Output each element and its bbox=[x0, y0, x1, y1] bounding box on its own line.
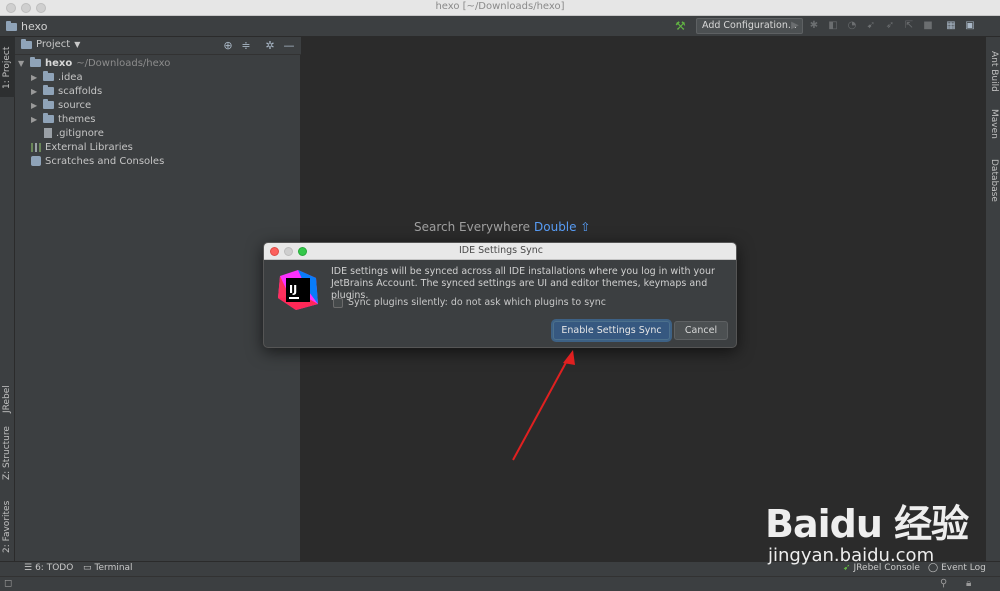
tree-item-source[interactable]: ▶ source bbox=[31, 98, 91, 112]
tree-item-external-libraries[interactable]: External Libraries bbox=[31, 140, 133, 154]
stop-icon[interactable]: ■ bbox=[922, 20, 934, 32]
terminal-tool-tab-label: Terminal bbox=[94, 563, 133, 573]
right-tool-stripe: Ant Build Maven Database bbox=[985, 37, 1000, 561]
window-titlebar: hexo [~/Downloads/hexo] bbox=[0, 0, 1000, 16]
toggle-tool-windows-icon[interactable]: ◻ bbox=[4, 578, 12, 589]
folder-icon bbox=[43, 71, 54, 81]
watermark-brand: Baidu 经验 bbox=[765, 502, 969, 546]
collapsed-arrow-icon[interactable]: ▶ bbox=[31, 115, 39, 124]
tree-item-label: .idea bbox=[58, 71, 83, 83]
project-tool-window: Project ▼ ⊕ ≑ ✲ — ▼ hexo ~/Downloads/hex… bbox=[15, 37, 301, 561]
folder-icon bbox=[43, 85, 54, 95]
project-tool-tab[interactable]: 1: Project bbox=[0, 37, 15, 97]
project-panel-header: Project ▼ ⊕ ≑ ✲ — bbox=[15, 37, 301, 55]
folder-icon bbox=[43, 99, 54, 109]
chevron-down-icon: ▼ bbox=[74, 40, 81, 49]
maven-tool-tab[interactable]: Maven bbox=[989, 109, 999, 139]
build-hammer-icon[interactable]: ⚒ bbox=[675, 19, 686, 33]
tree-item-label: themes bbox=[58, 113, 96, 125]
svg-text:IJ: IJ bbox=[289, 283, 297, 296]
tree-item-scratches[interactable]: Scratches and Consoles bbox=[31, 154, 164, 168]
baidu-jingyan-watermark: Baidu 经验 jingyan.baidu.com bbox=[765, 485, 990, 575]
enable-settings-sync-button[interactable]: Enable Settings Sync bbox=[553, 321, 670, 340]
terminal-icon: ▭ bbox=[83, 563, 92, 573]
project-view-label: Project bbox=[36, 39, 71, 50]
todo-tool-tab[interactable]: ☰ 6: TODO bbox=[24, 563, 73, 573]
tree-item-idea[interactable]: ▶ .idea bbox=[31, 70, 83, 84]
ant-build-tool-tab[interactable]: Ant Build bbox=[989, 51, 999, 92]
intellij-logo-icon: IJ bbox=[278, 270, 318, 310]
dialog-title: IDE Settings Sync bbox=[458, 245, 544, 256]
left-tool-stripe: 1: Project JRebel Z: Structure 2: Favori… bbox=[0, 37, 15, 561]
tree-item-label: Scratches and Consoles bbox=[45, 155, 165, 167]
folder-icon bbox=[21, 38, 32, 49]
expanded-arrow-icon[interactable]: ▼ bbox=[18, 59, 26, 68]
jrebel-debug-icon[interactable]: ➶ bbox=[884, 20, 896, 32]
jrebel-tool-tab[interactable]: JRebel bbox=[2, 385, 12, 413]
search-hint-label: Search Everywhere bbox=[414, 220, 530, 234]
tree-item-gitignore[interactable]: .gitignore bbox=[44, 126, 104, 140]
folder-icon bbox=[43, 113, 54, 123]
search-everywhere-hint: Search Everywhere Double ⇧ bbox=[414, 220, 590, 234]
file-icon bbox=[44, 128, 52, 138]
gear-icon[interactable]: ✲ bbox=[263, 39, 277, 53]
add-configuration-button[interactable]: Add Configuration... bbox=[696, 18, 803, 34]
jrebel-run-icon[interactable]: ➹ bbox=[865, 20, 877, 32]
tree-item-label: scaffolds bbox=[58, 85, 103, 97]
status-bar: ◻ ⚲ 🔒︎ bbox=[0, 576, 1000, 591]
dialog-titlebar: IDE Settings Sync bbox=[264, 243, 736, 260]
sync-plugins-silently-option[interactable]: Sync plugins silently: do not ask which … bbox=[333, 297, 606, 308]
hide-panel-icon[interactable]: — bbox=[282, 39, 296, 53]
sync-plugins-silently-checkbox[interactable] bbox=[333, 297, 343, 308]
search-hint-shortcut: Double ⇧ bbox=[534, 220, 591, 234]
terminal-tool-tab[interactable]: ▭ Terminal bbox=[83, 563, 133, 573]
window-title: hexo [~/Downloads/hexo] bbox=[435, 1, 565, 12]
project-tool-tab-label: 1: Project bbox=[2, 46, 12, 89]
git-branch-icon[interactable]: ⚲ bbox=[940, 578, 947, 589]
navigation-bar: hexo ⚒ Add Configuration... ▶ ✱ ◧ ◔ ➹ ➶ … bbox=[0, 16, 1000, 37]
root-name: hexo bbox=[45, 57, 73, 69]
locate-crosshair-icon[interactable]: ⊕ bbox=[221, 39, 235, 53]
folder-icon bbox=[6, 20, 17, 31]
module-folder-icon bbox=[30, 57, 41, 67]
presentation-mode-icon[interactable]: ▣ bbox=[964, 20, 976, 32]
tree-item-themes[interactable]: ▶ themes bbox=[31, 112, 96, 126]
collapsed-arrow-icon[interactable]: ▶ bbox=[31, 73, 39, 82]
todo-tool-tab-label: 6: TODO bbox=[35, 563, 74, 573]
collapse-all-icon[interactable]: ≑ bbox=[239, 39, 253, 53]
run-icon[interactable]: ▶ bbox=[789, 20, 801, 32]
project-view-selector[interactable]: Project ▼ bbox=[21, 38, 81, 50]
lock-icon[interactable]: 🔒︎ bbox=[966, 578, 971, 589]
sync-plugins-silently-label: Sync plugins silently: do not ask which … bbox=[348, 297, 607, 308]
project-structure-icon[interactable]: ▦ bbox=[945, 20, 957, 32]
annotation-arrow bbox=[512, 350, 575, 461]
structure-tool-tab[interactable]: Z: Structure bbox=[2, 426, 12, 480]
tree-item-label: External Libraries bbox=[45, 141, 133, 153]
watermark-url: jingyan.baidu.com bbox=[768, 545, 935, 566]
coverage-icon[interactable]: ◧ bbox=[827, 20, 839, 32]
nav-project-label: hexo bbox=[21, 20, 48, 33]
nav-project-breadcrumb[interactable]: hexo bbox=[6, 19, 47, 34]
profile-icon[interactable]: ◔ bbox=[846, 20, 858, 32]
dialog-message-line: IDE settings will be synced across all I… bbox=[331, 266, 715, 277]
favorites-tool-tab[interactable]: 2: Favorites bbox=[2, 501, 12, 553]
root-path: ~/Downloads/hexo bbox=[76, 57, 171, 69]
library-icon bbox=[31, 142, 41, 152]
scratches-icon bbox=[31, 156, 41, 166]
ide-settings-sync-dialog: IDE Settings Sync IJ IDE settings will b… bbox=[263, 242, 737, 348]
database-tool-tab[interactable]: Database bbox=[989, 159, 999, 202]
tree-item-label: source bbox=[58, 99, 92, 111]
collapsed-arrow-icon[interactable]: ▶ bbox=[31, 101, 39, 110]
cancel-button[interactable]: Cancel bbox=[674, 321, 728, 340]
tree-item-scaffolds[interactable]: ▶ scaffolds bbox=[31, 84, 102, 98]
collapsed-arrow-icon[interactable]: ▶ bbox=[31, 87, 39, 96]
list-icon: ☰ bbox=[24, 563, 33, 573]
tree-item-label: .gitignore bbox=[56, 127, 104, 139]
debug-icon[interactable]: ✱ bbox=[808, 20, 820, 32]
tree-root-hexo[interactable]: ▼ hexo ~/Downloads/hexo bbox=[18, 56, 170, 70]
attach-icon[interactable]: ⇱ bbox=[903, 20, 915, 32]
